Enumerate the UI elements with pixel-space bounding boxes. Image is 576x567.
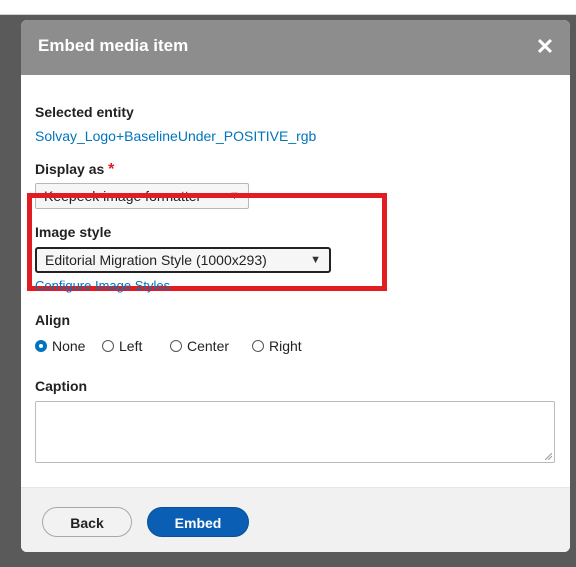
page-backdrop-header — [0, 0, 576, 14]
align-option-right[interactable]: Right — [252, 338, 302, 354]
selected-entity-label: Selected entity — [35, 104, 134, 120]
align-option-none[interactable]: None — [35, 338, 85, 354]
chevron-down-icon: ▼ — [310, 254, 321, 266]
back-button[interactable]: Back — [42, 507, 132, 537]
embed-button[interactable]: Embed — [147, 507, 249, 537]
display-as-label: Display as * — [35, 161, 114, 179]
dialog-title: Embed media item — [38, 36, 189, 55]
radio-icon — [102, 340, 114, 352]
dialog-titlebar: Embed media item ✕ — [21, 20, 570, 75]
required-marker: * — [108, 161, 115, 178]
image-style-select[interactable]: Editorial Migration Style (1000x293) ▼ — [35, 247, 331, 273]
image-style-highlight-box — [27, 193, 387, 291]
display-as-label-text: Display as — [35, 161, 105, 177]
align-option-left[interactable]: Left — [102, 338, 142, 354]
caption-textarea[interactable] — [35, 401, 555, 463]
radio-checked-icon — [35, 340, 47, 352]
radio-icon — [170, 340, 182, 352]
align-label: Align — [35, 312, 70, 328]
resize-handle-icon[interactable] — [545, 453, 552, 460]
align-option-center[interactable]: Center — [170, 338, 229, 354]
align-option-label: None — [52, 338, 86, 354]
page-backdrop-divider — [0, 14, 576, 15]
align-option-label: Center — [187, 338, 230, 354]
configure-image-styles-link[interactable]: Configure Image Styles — [35, 278, 170, 293]
image-style-select-value: Editorial Migration Style (1000x293) — [45, 252, 267, 268]
radio-icon — [252, 340, 264, 352]
align-option-label: Right — [269, 338, 302, 354]
close-icon[interactable]: ✕ — [535, 36, 555, 58]
image-style-label: Image style — [35, 224, 112, 240]
align-option-label: Left — [119, 338, 143, 354]
selected-entity-link[interactable]: Solvay_Logo+BaselineUnder_POSITIVE_rgb — [35, 128, 316, 144]
embed-media-dialog: Embed media item ✕ Selected entity Solva… — [21, 20, 570, 552]
dialog-footer: Back Embed — [21, 487, 570, 552]
caption-label: Caption — [35, 378, 88, 394]
